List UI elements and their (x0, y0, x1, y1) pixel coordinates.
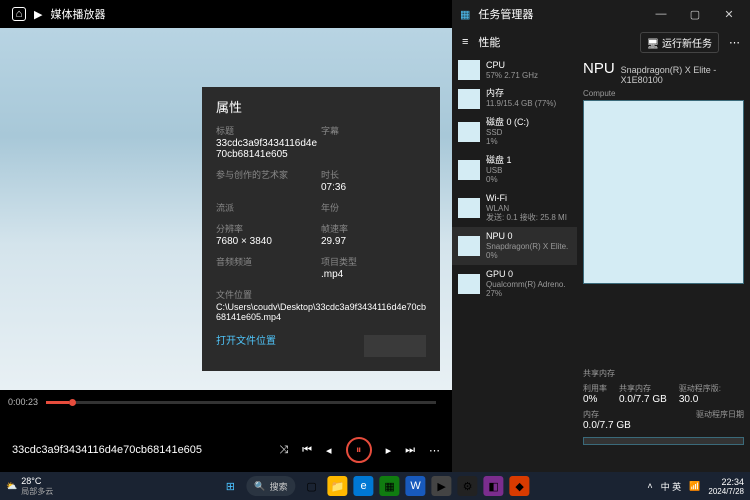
timeline[interactable]: 0:00:23 (0, 393, 452, 411)
thumb-icon (458, 274, 480, 294)
resolution-value: 7680 × 3840 (216, 236, 321, 247)
rewind-icon[interactable]: ◂ (326, 444, 332, 457)
thumb-icon (458, 89, 480, 109)
artist-label: 参与创作的艺术家 (216, 168, 321, 181)
sidebar-item-wi-fi[interactable]: Wi-FiWLAN发送: 0.1 接收: 25.8 MI (452, 189, 577, 227)
tm-app-icon: ▦ (460, 8, 470, 21)
explorer-icon[interactable]: 📁 (328, 476, 348, 496)
more-icon[interactable]: ⋯ (429, 444, 440, 457)
year-label: 年份 (321, 201, 426, 214)
tray-chevron-icon[interactable]: ˄ (647, 481, 652, 491)
tm-sidebar: CPU57% 2.71 GHz内存11.9/15.4 GB (77%)磁盘 0 … (452, 56, 577, 472)
next-icon[interactable]: ⏭ (405, 444, 415, 457)
shuffle-icon[interactable]: ⤨ (279, 444, 288, 457)
duration-label: 时长 (321, 168, 426, 181)
title-value: 33cdc3a9f3434116d4e70cb68141e605 (216, 138, 321, 160)
framerate-value: 29.97 (321, 236, 426, 247)
media-icon[interactable]: ▶ (432, 476, 452, 496)
subtitle-label: 字幕 (321, 124, 426, 137)
framerate-label: 帧速率 (321, 222, 426, 235)
npu-label: NPU (583, 60, 615, 77)
app2-icon[interactable]: ◧ (484, 476, 504, 496)
thumb-icon (458, 60, 480, 80)
weather-icon: ⛅ (6, 481, 17, 492)
edge-icon[interactable]: e (354, 476, 374, 496)
run-task-button[interactable]: 🖥 运行新任务 (640, 32, 719, 53)
app-icon[interactable]: ▦ (380, 476, 400, 496)
chart-label: Compute (583, 89, 744, 98)
minimize-button[interactable]: — (648, 8, 674, 20)
clock-time[interactable]: 22:34 (708, 477, 744, 487)
pause-button[interactable]: ⏸ (346, 437, 372, 463)
clock-date: 2024/7/28 (708, 487, 744, 496)
shared-value: 0.0/7.7 GB (619, 394, 667, 405)
shared-mem-section: 共享内存 (583, 368, 744, 379)
maximize-button[interactable]: ▢ (682, 8, 708, 21)
vmem-value: 0.0/7.7 GB (583, 420, 631, 431)
thumb-icon (458, 198, 480, 218)
start-button[interactable]: ⊞ (220, 476, 240, 496)
thumb-icon (458, 236, 480, 256)
sidebar-item--1[interactable]: 磁盘 1USB0% (452, 151, 577, 189)
taskbar: ⛅ 28°C局部多云 ⊞ 🔍 搜索 ▢ 📁 e ▦ W ▶ ⚙ ◧ ◆ ˄ 中 … (0, 472, 750, 500)
type-value: .mp4 (321, 269, 426, 280)
wifi-icon[interactable]: 📶 (689, 481, 700, 492)
duration-value: 07:36 (321, 182, 426, 193)
location-label: 文件位置 (216, 288, 426, 301)
resolution-label: 分辨率 (216, 222, 321, 235)
audio-label: 音频频道 (216, 255, 321, 268)
search-button[interactable]: 🔍 搜索 (246, 476, 295, 496)
thumb-icon (458, 160, 480, 180)
sidebar-item--[interactable]: 内存11.9/15.4 GB (77%) (452, 84, 577, 112)
word-icon[interactable]: W (406, 476, 426, 496)
filename-display: 33cdc3a9f3434116d4e70cb68141e605 (12, 444, 202, 456)
close-button[interactable]: ✕ (716, 8, 742, 21)
sidebar-item--0-c-[interactable]: 磁盘 0 (C:)SSD1% (452, 113, 577, 151)
sidebar-item-npu-0[interactable]: NPU 0Snapdragon(R) X Elite.0% (452, 227, 577, 265)
player-title: 媒体播放器 (50, 6, 105, 22)
sidebar-item-cpu[interactable]: CPU57% 2.71 GHz (452, 56, 577, 84)
time-current: 0:00:23 (8, 397, 38, 407)
forward-icon[interactable]: ▸ (386, 444, 392, 457)
type-label: 项目类型 (321, 255, 426, 268)
genre-label: 流派 (216, 201, 321, 214)
tm-title: 任务管理器 (478, 6, 533, 22)
tab-performance[interactable]: 性能 (478, 34, 500, 50)
player-icon: ▶ (34, 8, 42, 21)
ime-indicator[interactable]: 中 英 (661, 480, 682, 493)
props-close-button[interactable] (364, 335, 426, 357)
sidebar-item-gpu-0[interactable]: GPU 0Qualcomm(R) Adreno.27% (452, 265, 577, 303)
title-label: 标题 (216, 124, 321, 137)
prev-icon[interactable]: ⏮ (302, 444, 312, 457)
home-icon[interactable]: ⌂ (12, 7, 26, 21)
props-heading: 属性 (216, 97, 426, 116)
npu-name: Snapdragon(R) X Elite - X1E80100 (621, 65, 744, 85)
settings-icon[interactable]: ⚙ (458, 476, 478, 496)
taskview-icon[interactable]: ▢ (302, 476, 322, 496)
location-value: C:\Users\coudv\Desktop\33cdc3a9f3434116d… (216, 302, 426, 322)
compute-chart (583, 100, 744, 284)
menu-icon[interactable]: ≡ (462, 36, 468, 48)
app3-icon[interactable]: ◆ (510, 476, 530, 496)
util-value: 0% (583, 394, 607, 405)
more-icon[interactable]: ⋯ (729, 36, 740, 49)
thumb-icon (458, 122, 480, 142)
mem-bar (583, 437, 744, 445)
properties-dialog: 属性 标题 33cdc3a9f3434116d4e70cb68141e605 字… (202, 87, 440, 371)
weather-widget[interactable]: ⛅ 28°C局部多云 (6, 476, 53, 497)
